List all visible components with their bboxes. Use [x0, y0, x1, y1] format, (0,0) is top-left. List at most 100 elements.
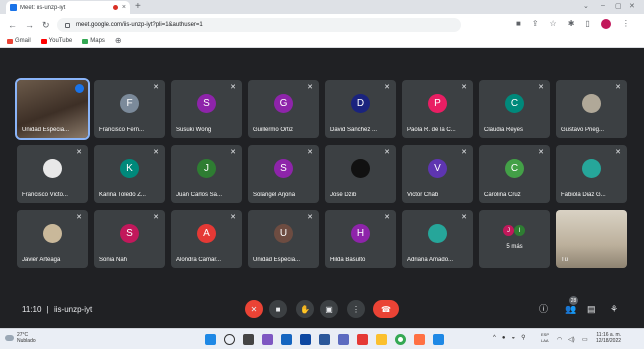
participant-tile[interactable]: H ✕ Hilda Basulto	[325, 210, 396, 268]
network-tray-icon[interactable]: ◒	[511, 335, 515, 341]
participant-tile[interactable]: ✕ Fabiola Diaz G...	[556, 145, 627, 203]
participant-tile[interactable]: ✕ Gustavo Prieg...	[556, 80, 627, 138]
store-icon[interactable]	[300, 334, 311, 345]
participant-tile[interactable]: S ✕ Solangel Arjona	[248, 145, 319, 203]
chevron-down-icon[interactable]: ⌄	[583, 2, 589, 10]
search-icon[interactable]	[224, 334, 235, 345]
participant-tile[interactable]: F ✕ Francisco Fern...	[94, 80, 165, 138]
chrome-icon[interactable]	[395, 334, 406, 345]
close-window-icon[interactable]: ✕	[629, 2, 635, 10]
tab-close-icon[interactable]: ×	[122, 4, 126, 11]
new-tab-button[interactable]: +	[135, 1, 141, 13]
usb-icon[interactable]: ⚲	[521, 334, 525, 341]
windows-start-icon[interactable]	[205, 334, 216, 345]
file-explorer-icon[interactable]	[376, 334, 387, 345]
app-icon[interactable]	[338, 334, 349, 345]
language-indicator[interactable]: ESP LAA	[541, 332, 549, 344]
forward-icon[interactable]: →	[25, 20, 34, 30]
chat-icon[interactable]: ▤	[587, 304, 596, 315]
edge-icon[interactable]	[281, 334, 292, 345]
participant-tile[interactable]: G ✕ Guillermo Ortiz	[248, 80, 319, 138]
participant-name: Susuki Wong	[176, 127, 212, 133]
avatar	[582, 94, 601, 113]
share-icon[interactable]: ⇪	[532, 19, 539, 29]
participant-tile[interactable]: ✕ José Dzib	[325, 145, 396, 203]
participant-tile[interactable]: S ✕ Sonia Nah	[94, 210, 165, 268]
meeting-code[interactable]: iis-unzp-iyt	[54, 305, 92, 314]
word-icon[interactable]	[319, 334, 330, 345]
avatar: S	[197, 94, 216, 113]
mic-off-icon: ✕	[538, 149, 544, 156]
system-clock[interactable]: 11:16 a. m. 12/18/2022	[596, 332, 621, 344]
end-call-button[interactable]: ☎	[373, 300, 399, 318]
participant-name: Javier Arteaga	[22, 257, 61, 263]
back-icon[interactable]: ←	[8, 20, 17, 30]
participant-tile[interactable]: V ✕ Victor Chab	[402, 145, 473, 203]
more-options-button[interactable]: ⋮	[347, 300, 365, 318]
mic-off-icon: ✕	[230, 84, 236, 91]
participant-count-badge: 28	[569, 296, 578, 305]
participant-tile[interactable]: S ✕ Susuki Wong	[171, 80, 242, 138]
maximize-icon[interactable]: ▢	[615, 2, 622, 10]
present-button[interactable]: ▣	[320, 300, 338, 318]
camera-indicator-icon[interactable]: ■	[516, 19, 521, 29]
mic-off-icon: ✕	[538, 84, 544, 91]
extensions-icon[interactable]: ✱	[568, 19, 575, 29]
bookmark-youtube[interactable]: YouTube	[40, 38, 72, 44]
battery-icon[interactable]: ▭	[582, 336, 588, 343]
mic-off-icon: ✕	[461, 149, 467, 156]
avatar	[43, 159, 62, 178]
chevron-up-icon[interactable]: ^	[493, 335, 496, 341]
app3-icon[interactable]	[433, 334, 444, 345]
minimize-icon[interactable]: –	[601, 2, 605, 9]
participant-tile[interactable]: P ✕ Paola R. de la C...	[402, 80, 473, 138]
meeting-info: 11:10 | iis-unzp-iyt	[22, 305, 92, 314]
tray-app-icon[interactable]: ●	[502, 335, 506, 341]
participant-tile[interactable]: C ✕ Claudia Reyes	[479, 80, 550, 138]
globe-icon[interactable]: ⊕	[115, 36, 122, 46]
antivirus-icon[interactable]	[357, 334, 368, 345]
weather-widget[interactable]: 27°C Nublado	[17, 332, 36, 344]
people-icon[interactable]: 👥	[565, 304, 576, 315]
more-participants-tile[interactable]: JI 5 más	[479, 210, 550, 268]
mic-off-icon: ✕	[307, 149, 313, 156]
volume-icon[interactable]: ◁)	[568, 336, 575, 343]
participant-name: Carolina Cruz	[484, 192, 521, 198]
info-icon[interactable]: ⓘ	[539, 304, 548, 315]
tab-title: Meet: iis-unzp-iyt	[20, 4, 66, 11]
participant-tile[interactable]: U ✕ Unidad Especia...	[248, 210, 319, 268]
sidepanel-icon[interactable]: ▯	[585, 19, 589, 29]
taskbar-apps	[205, 334, 444, 345]
task-view-icon[interactable]	[243, 334, 254, 345]
participant-tile[interactable]: A ✕ Alondra Camar...	[171, 210, 242, 268]
teams-chat-icon[interactable]	[262, 334, 273, 345]
avatar	[351, 159, 370, 178]
participant-tile[interactable]: ✕ Francisco Victo...	[17, 145, 88, 203]
self-view-tile[interactable]: Tú	[556, 210, 627, 268]
reload-icon[interactable]: ↻	[42, 20, 50, 31]
profile-avatar[interactable]	[600, 19, 611, 29]
avatar	[582, 159, 601, 178]
menu-icon[interactable]: ⋮	[622, 19, 630, 29]
address-bar[interactable]: meet.google.com/iis-unzp-iyt?pli=1&authu…	[57, 18, 461, 32]
participant-tile[interactable]: J ✕ Juan Carlos Sa...	[171, 145, 242, 203]
raise-hand-button[interactable]: ✋	[296, 300, 314, 318]
participant-name: Unidad Especia...	[22, 127, 70, 133]
bookmark-maps[interactable]: Maps	[82, 38, 105, 44]
app2-icon[interactable]	[414, 334, 425, 345]
avatar: C	[505, 159, 524, 178]
activities-icon[interactable]: ⚘	[610, 304, 618, 315]
participant-tile[interactable]: K ✕ Karina Toledo Z...	[94, 145, 165, 203]
mic-off-icon: ✕	[153, 149, 159, 156]
bookmark-gmail[interactable]: Gmail	[7, 38, 31, 44]
mic-toggle-button[interactable]: ✕	[245, 300, 263, 318]
wifi-icon[interactable]: ◠	[557, 336, 562, 343]
participant-tile[interactable]: Unidad Especia...	[15, 78, 90, 140]
tab-meet[interactable]: Meet: iis-unzp-iyt ×	[6, 1, 130, 14]
participant-tile[interactable]: ✕ Javier Arteaga	[17, 210, 88, 268]
participant-tile[interactable]: D ✕ David Sanchez ...	[325, 80, 396, 138]
participant-tile[interactable]: C ✕ Carolina Cruz	[479, 145, 550, 203]
participant-tile[interactable]: ✕ Adriana Amado...	[402, 210, 473, 268]
star-icon[interactable]: ☆	[550, 19, 557, 29]
camera-toggle-button[interactable]: ■	[269, 300, 287, 318]
